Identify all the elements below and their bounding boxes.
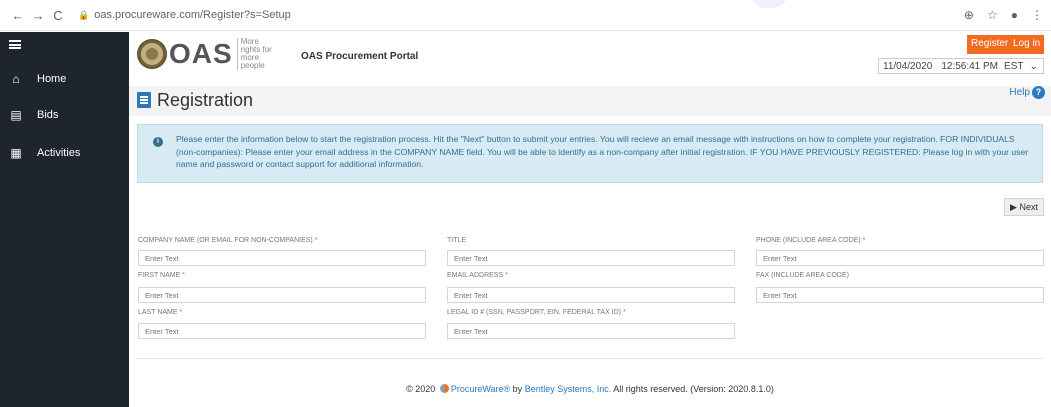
sidebar-item-home[interactable]: ⌂ Home: [9, 72, 66, 86]
register-button[interactable]: Register: [967, 35, 1013, 54]
help-link[interactable]: Help ?: [1009, 86, 1045, 99]
calculator-icon: ▤: [10, 108, 22, 122]
company-name-label: COMPANY NAME (OR EMAIL FOR NON-COMPANIES…: [138, 237, 318, 244]
back-arrow-icon[interactable]: ←: [8, 8, 28, 23]
info-alert: i Please enter the information below to …: [137, 124, 1043, 183]
sidebar-item-label: Activities: [37, 147, 81, 159]
rights-text: All rights reserved. (Version: 2020.8.1.…: [613, 384, 774, 394]
header: OAS More rights for more people OAS Proc…: [129, 32, 1051, 86]
timezone-display: EST: [1004, 60, 1024, 72]
registration-form-icon: [137, 92, 151, 108]
login-button[interactable]: Log in: [1009, 35, 1045, 54]
fax-label: FAX (INCLUDE AREA CODE): [756, 272, 849, 279]
title-label: TITLE: [447, 237, 467, 244]
fax-input[interactable]: [756, 287, 1044, 303]
legal-id-input[interactable]: [447, 323, 735, 339]
company-name-input[interactable]: [138, 250, 426, 266]
date-display: 11/04/2020: [883, 60, 933, 72]
datetime-timezone-select[interactable]: 11/04/2020 12:56:41 PM EST ⌄: [878, 58, 1044, 74]
sidebar: ⌂ Home ▤ Bids ▦ Activities: [0, 32, 129, 407]
logo-motto: More rights for more people: [236, 38, 277, 70]
logo-text: OAS: [169, 38, 233, 69]
browser-menu-icon[interactable]: ⋮: [1031, 8, 1043, 22]
browser-toolbar: ← → C 🔒 oas.procureware.com/Register?s=S…: [0, 0, 1051, 31]
hamburger-menu-icon[interactable]: [9, 40, 21, 49]
footer-divider: [137, 358, 1043, 359]
reload-icon[interactable]: C: [48, 8, 68, 23]
required-marker: *: [862, 237, 866, 244]
sidebar-item-bids[interactable]: ▤ Bids: [9, 108, 58, 122]
required-marker: *: [622, 309, 626, 316]
first-name-input[interactable]: [138, 287, 426, 303]
profile-icon[interactable]: ●: [1011, 8, 1018, 22]
home-icon: ⌂: [12, 72, 20, 86]
app-root: ← → C 🔒 oas.procureware.com/Register?s=S…: [0, 0, 1051, 407]
sidebar-item-activities[interactable]: ▦ Activities: [9, 146, 80, 160]
sidebar-item-label: Home: [37, 73, 67, 85]
help-icon: ?: [1032, 86, 1045, 99]
last-name-input[interactable]: [138, 323, 426, 339]
page-title: Registration: [157, 90, 254, 110]
last-name-label: LAST NAME *: [138, 309, 183, 316]
calendar-icon: ▦: [10, 146, 22, 160]
oas-seal-icon: [137, 39, 167, 69]
oas-logo[interactable]: OAS More rights for more people: [137, 38, 277, 70]
browser-actions: ⊕ ☆ ● ⋮: [964, 8, 1043, 22]
copyright-text: © 2020: [406, 384, 436, 394]
forward-arrow-icon[interactable]: →: [28, 8, 48, 23]
info-icon: i: [153, 137, 163, 147]
required-marker: *: [179, 309, 183, 316]
sidebar-item-label: Bids: [37, 109, 59, 121]
portal-title: OAS Procurement Portal: [301, 51, 419, 62]
legal-id-label: LEGAL ID # (SSN, PASSPORT, EIN, FEDERAL …: [447, 309, 626, 316]
time-display: 12:56:41 PM: [941, 60, 999, 72]
first-name-label: FIRST NAME *: [138, 272, 185, 279]
required-marker: *: [505, 272, 508, 279]
lock-icon: 🔒: [78, 9, 90, 20]
required-marker: *: [182, 272, 185, 279]
bookmark-star-icon[interactable]: ☆: [987, 8, 998, 22]
zoom-icon[interactable]: ⊕: [964, 8, 974, 22]
by-text: by: [512, 384, 523, 394]
next-button[interactable]: ▶ Next: [1004, 198, 1044, 216]
title-input[interactable]: [447, 250, 735, 266]
help-label: Help: [1009, 87, 1030, 98]
required-marker: *: [314, 237, 318, 244]
info-text: Please enter the information below to st…: [176, 134, 1029, 169]
address-bar[interactable]: oas.procureware.com/Register?s=Setup: [94, 9, 291, 21]
chevron-down-icon: ⌄: [1029, 60, 1038, 72]
email-input[interactable]: [447, 287, 735, 303]
procureware-link[interactable]: ProcureWare®: [451, 384, 510, 394]
phone-label: PHONE (INCLUDE AREA CODE) *: [756, 237, 866, 244]
extension-bubble: [751, 0, 787, 8]
procureware-logo-icon: [439, 384, 449, 393]
bentley-link[interactable]: Bentley Systems, Inc.: [525, 384, 612, 394]
phone-input[interactable]: [756, 250, 1044, 266]
email-label: EMAIL ADDRESS *: [447, 272, 508, 279]
page-title-bar: Registration Help ?: [129, 86, 1051, 116]
footer: © 2020 ProcureWare® by Bentley Systems, …: [129, 384, 1051, 394]
